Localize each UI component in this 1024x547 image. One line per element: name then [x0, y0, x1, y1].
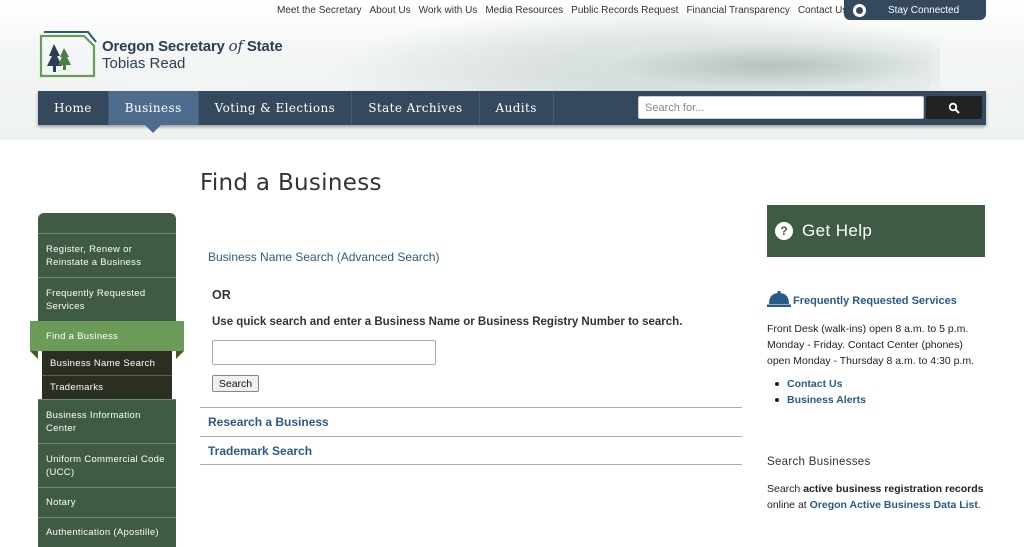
get-help-banner: ? Get Help [767, 205, 985, 257]
oregon-state-logo-icon [39, 31, 97, 78]
header-landscape-mountain [520, 30, 940, 90]
quick-search-instructions: Use quick search and enter a Business Na… [212, 316, 683, 328]
nav-item-audits[interactable]: Audits [480, 91, 554, 125]
stay-connected-label: Stay Connected [888, 4, 960, 16]
search-businesses-heading: Search Businesses [767, 456, 871, 468]
utility-link-about-us[interactable]: About Us [369, 5, 410, 17]
sidebar-item-notary[interactable]: Notary [38, 487, 176, 517]
utility-link-public-records[interactable]: Public Records Request [571, 5, 678, 17]
quick-search-button[interactable]: Search [212, 375, 259, 392]
sidebar-subitem-trademarks[interactable]: Trademarks [42, 375, 172, 399]
sidebar-item-authentication[interactable]: Authentication (Apostille) [38, 517, 176, 547]
sidebar-item-find-business[interactable]: Find a Business [30, 321, 184, 359]
section-research-business[interactable]: Research a Business [200, 407, 742, 436]
active-business-data-link[interactable]: Oregon Active Business Data List [810, 499, 978, 511]
search-icon [948, 102, 960, 114]
utility-link-work-with-us[interactable]: Work with Us [419, 5, 478, 17]
help-links: Contact Us Business Alerts [775, 376, 866, 408]
utility-link-financial-transparency[interactable]: Financial Transparency [686, 5, 789, 17]
frequently-requested-services: Frequently Requested Services [767, 290, 957, 308]
site-search-input[interactable]: Search for... [638, 96, 924, 119]
service-bell-icon [767, 291, 791, 307]
sidebar-fold-left [30, 351, 38, 359]
office-hours-text: Front Desk (walk-ins) open 8 a.m. to 5 p… [767, 323, 975, 367]
sidebar-item-ucc[interactable]: Uniform Commercial Code (UCC) [38, 443, 176, 487]
section-title: Research a Business [208, 415, 329, 429]
nav-item-business[interactable]: Business [108, 91, 199, 133]
advanced-search-link[interactable]: Business Name Search (Advanced Search) [208, 250, 439, 264]
sidebar-item-business-information-center[interactable]: Business Information Center [38, 399, 176, 443]
utility-link-contact-us[interactable]: Contact Us [798, 5, 847, 17]
sidebar-subitem-business-name-search[interactable]: Business Name Search [42, 351, 172, 375]
business-alerts-link[interactable]: Business Alerts [775, 392, 866, 408]
get-help-title: Get Help [802, 221, 873, 240]
or-label: OR [212, 288, 231, 302]
utility-link-media-resources[interactable]: Media Resources [485, 5, 563, 17]
section-trademark-search[interactable]: Trademark Search [200, 436, 742, 465]
sidebar-item-frequently-requested[interactable]: Frequently Requested Services [38, 277, 176, 321]
site-search-button[interactable] [926, 96, 982, 119]
broadcast-icon [853, 3, 866, 17]
frequently-requested-services-link[interactable]: Frequently Requested Services [793, 295, 957, 307]
page-title: Find a Business [200, 170, 382, 196]
nav-item-home[interactable]: Home [38, 91, 109, 125]
question-icon: ? [775, 222, 793, 240]
sidebar-fold-right [176, 351, 184, 359]
quick-search-input[interactable] [212, 340, 436, 365]
logo-subtitle: Tobias Read [102, 55, 186, 72]
utility-link-meet-secretary[interactable]: Meet the Secretary [277, 5, 361, 17]
sidebar-item-label: Find a Business [46, 330, 119, 342]
logo-title: Oregon Secretary of State [102, 37, 283, 56]
contact-us-link[interactable]: Contact Us [775, 376, 866, 392]
search-businesses-text: Search active business registration reco… [767, 483, 984, 511]
nav-item-voting-elections[interactable]: Voting & Elections [199, 91, 353, 125]
stay-connected-button[interactable]: Stay Connected [844, 0, 986, 20]
sidebar-nav: Register, Renew or Reinstate a Business … [30, 213, 184, 547]
sidebar-item-register-renew[interactable]: Register, Renew or Reinstate a Business [38, 233, 176, 277]
section-title: Trademark Search [208, 444, 313, 458]
site-logo[interactable]: Oregon Secretary of State Tobias Read [38, 30, 283, 80]
sidebar-header [38, 213, 176, 233]
utility-nav: Meet the Secretary About Us Work with Us… [277, 5, 855, 17]
nav-item-state-archives[interactable]: State Archives [352, 91, 480, 125]
